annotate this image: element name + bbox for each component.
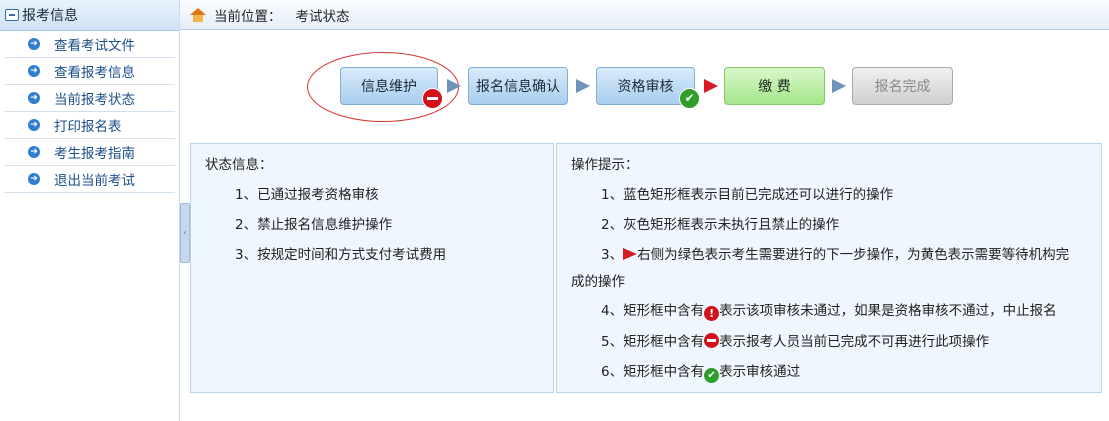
sidebar-header[interactable]: 报考信息 xyxy=(0,0,179,31)
sidebar-item-current-status[interactable]: ➜ 当前报考状态 xyxy=(4,85,175,112)
step-label: 报名信息确认 xyxy=(476,79,560,95)
breadcrumb-label: 当前位置： xyxy=(214,8,282,25)
tip-line: 6、矩形框中含有 ✔ 表示审核通过 xyxy=(601,358,800,387)
breadcrumb-current: 考试状态 xyxy=(295,8,350,25)
step-arrow-icon xyxy=(576,79,590,93)
tip-line: 5、矩形框中含有 表示报考人员当前已完成不可再进行此项操作 xyxy=(601,328,989,357)
exclamation-circle-icon: ! xyxy=(704,306,720,321)
sidebar-collapse-handle[interactable]: ‹ xyxy=(180,203,190,263)
check-circle-icon: ✔ xyxy=(679,88,700,109)
operation-tips-panel: 操作提示： 1、蓝色矩形框表示目前已完成还可以进行的操作 2、灰色矩形框表示未执… xyxy=(556,143,1102,393)
minus-circle-icon xyxy=(422,88,443,109)
status-line: 2、禁止报名信息维护操作 xyxy=(235,217,393,233)
sidebar-item-exit-exam[interactable]: ➜ 退出当前考试 xyxy=(4,166,175,193)
operation-tips-title: 操作提示： xyxy=(571,157,639,173)
step-arrow-icon xyxy=(832,79,846,93)
arrow-right-circle-icon: ➜ xyxy=(28,65,40,77)
home-icon xyxy=(190,7,206,22)
status-info-panel: 状态信息： 1、已通过报考资格审核 2、禁止报名信息维护操作 3、按规定时间和方… xyxy=(190,143,554,393)
tip-line: 4、矩形框中含有! 表示该项审核未通过，如果是资格审核不通过，中止报名 xyxy=(601,297,1057,326)
tip-line-text: 表示报考人员当前已完成不可再进行此项操作 xyxy=(719,334,990,350)
status-line: 1、已通过报考资格审核 xyxy=(235,187,379,203)
tip-line-prefix: 6、矩形框中含有 xyxy=(601,364,705,380)
tip-line-text: 表示该项审核未通过，如果是资格审核不通过，中止报名 xyxy=(719,303,1057,319)
arrow-right-circle-icon: ➜ xyxy=(28,92,40,104)
sidebar-item-label: 查看报考信息 xyxy=(54,65,135,81)
tip-line: 3、 右侧为绿色表示考生需要进行的下一步操作，为黄色表示需要等待机构完 xyxy=(601,241,1069,270)
sidebar-item-label: 当前报考状态 xyxy=(54,92,135,108)
step-label: 缴 费 xyxy=(758,79,791,95)
tip-line-prefix: 3、 xyxy=(601,247,624,263)
check-circle-icon: ✔ xyxy=(704,368,720,383)
sidebar-item-print-form[interactable]: ➜ 打印报名表 xyxy=(4,112,175,139)
tip-line: 2、灰色矩形框表示未执行且禁止的操作 xyxy=(601,217,840,233)
tip-line-text: 表示审核通过 xyxy=(719,364,801,380)
step-qualification-review[interactable]: 资格审核 ✔ xyxy=(596,67,700,109)
tip-line-text: 右侧为绿色表示考生需要进行的下一步操作，为黄色表示需要等待机构完 xyxy=(637,247,1070,263)
sidebar: 报考信息 ➜ 查看考试文件 ➜ 查看报考信息 ➜ 当前报考状态 ➜ 打印报名表 … xyxy=(0,0,180,421)
red-arrow-icon xyxy=(623,248,638,260)
breadcrumb: 当前位置： 考试状态 xyxy=(180,0,1109,30)
sidebar-item-label: 退出当前考试 xyxy=(54,173,135,189)
step-registration-confirm[interactable]: 报名信息确认 xyxy=(468,67,568,105)
sidebar-item-view-exam-files[interactable]: ➜ 查看考试文件 xyxy=(4,31,175,58)
sidebar-item-view-registration-info[interactable]: ➜ 查看报考信息 xyxy=(4,58,175,85)
step-label: 信息维护 xyxy=(361,79,417,95)
sidebar-item-guide[interactable]: ➜ 考生报考指南 xyxy=(4,139,175,166)
step-payment[interactable]: 缴 费 xyxy=(724,67,825,105)
next-step-arrow-icon xyxy=(704,79,718,93)
step-info-maintenance[interactable]: 信息维护 xyxy=(340,67,443,109)
sidebar-header-label: 报考信息 xyxy=(22,8,78,24)
arrow-right-circle-icon: ➜ xyxy=(28,38,40,50)
tip-line-continued: 成的操作 xyxy=(571,274,625,290)
status-line: 3、按规定时间和方式支付考试费用 xyxy=(235,247,447,263)
arrow-right-circle-icon: ➜ xyxy=(28,146,40,158)
step-arrow-icon xyxy=(447,79,461,93)
tip-line-prefix: 4、矩形框中含有 xyxy=(601,303,705,319)
arrow-right-circle-icon: ➜ xyxy=(28,173,40,185)
status-info-title: 状态信息： xyxy=(205,157,273,173)
tip-line: 1、蓝色矩形框表示目前已完成还可以进行的操作 xyxy=(601,187,894,203)
sidebar-item-label: 查看考试文件 xyxy=(54,38,135,54)
step-label: 报名完成 xyxy=(874,79,931,95)
arrow-right-circle-icon: ➜ xyxy=(28,119,40,131)
minus-circle-icon xyxy=(704,333,720,348)
collapse-box-icon xyxy=(5,9,19,21)
sidebar-item-label: 考生报考指南 xyxy=(54,146,135,162)
step-registration-complete: 报名完成 xyxy=(852,67,953,105)
tip-line-prefix: 5、矩形框中含有 xyxy=(601,334,705,350)
sidebar-item-label: 打印报名表 xyxy=(54,119,122,135)
step-label: 资格审核 xyxy=(617,79,674,95)
